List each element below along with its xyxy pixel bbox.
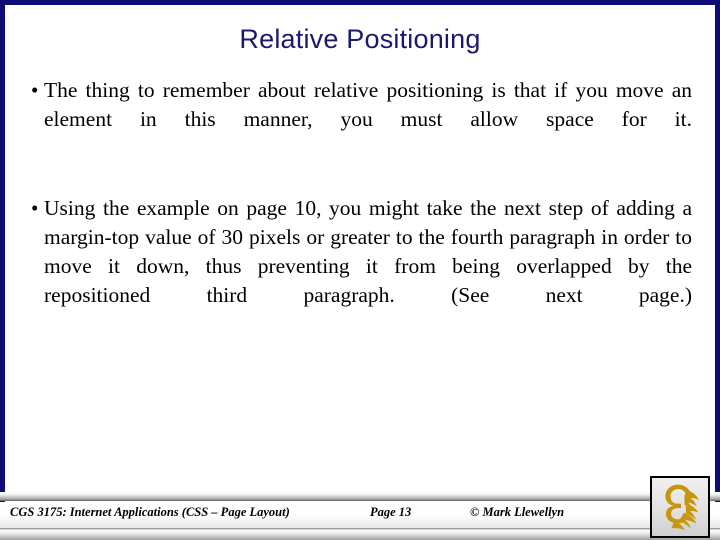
bullet-item: • The thing to remember about relative p… bbox=[22, 76, 694, 163]
footer-divider-top bbox=[0, 492, 720, 501]
slide-border-right bbox=[715, 0, 720, 540]
bullet-item: • Using the example on page 10, you migh… bbox=[22, 194, 694, 339]
footer-course-label: CGS 3175: Internet Applications (CSS – P… bbox=[10, 505, 290, 519]
footer-divider-bottom bbox=[0, 529, 720, 540]
bullet-point-icon: • bbox=[31, 78, 39, 102]
slide-body: • The thing to remember about relative p… bbox=[22, 76, 694, 339]
bullet-text: Using the example on page 10, you might … bbox=[44, 196, 692, 307]
bullet-text: The thing to remember about relative pos… bbox=[44, 78, 692, 131]
footer-copyright-label: © Mark Llewellyn bbox=[470, 505, 565, 519]
ucf-pegasus-logo bbox=[650, 476, 710, 538]
slide-border-left bbox=[0, 0, 5, 540]
slide: Relative Positioning • The thing to reme… bbox=[0, 0, 720, 540]
pegasus-icon bbox=[665, 484, 700, 530]
slide-title: Relative Positioning bbox=[239, 24, 481, 54]
slide-footer: CGS 3175: Internet Applications (CSS – P… bbox=[0, 492, 720, 540]
footer-page-number: Page 13 bbox=[370, 505, 412, 519]
slide-border-top bbox=[0, 0, 720, 5]
bullet-point-icon: • bbox=[31, 196, 39, 220]
